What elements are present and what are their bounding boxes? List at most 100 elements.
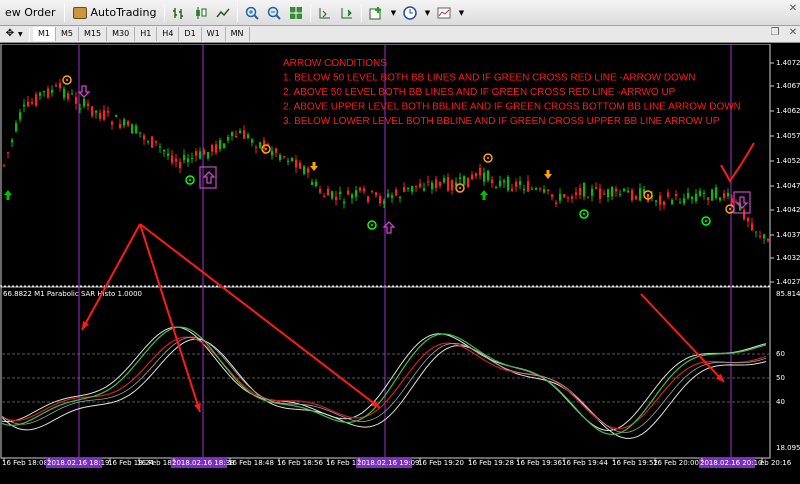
arrow-conditions-annotation: ARROW CONDITIONS 1. BELOW 50 LEVEL BOTH B… <box>283 58 755 183</box>
candle-body <box>143 135 146 140</box>
dropdown-arrow-icon[interactable]: ▼ <box>18 31 26 38</box>
candlestick-chart-icon[interactable] <box>192 4 210 22</box>
crosshair-icon[interactable]: ✥ <box>4 28 16 40</box>
close-icon[interactable]: ✕ <box>786 3 800 15</box>
magenta-up-arrow <box>202 171 216 184</box>
candle-body <box>279 155 282 160</box>
candle-body <box>691 196 694 200</box>
candle-body <box>551 194 554 197</box>
autoscroll-icon[interactable] <box>338 4 356 22</box>
periods-clock-icon[interactable] <box>401 4 419 22</box>
candle-body <box>295 159 298 168</box>
orange-circle-dot <box>647 194 649 196</box>
candle-body <box>335 196 338 201</box>
restore-window-icon[interactable]: ❐ <box>768 27 782 39</box>
candle-body <box>303 166 306 174</box>
candle-body <box>471 174 474 180</box>
dropdown-arrow-icon[interactable]: ▼ <box>423 4 431 22</box>
templates-icon[interactable] <box>435 4 453 22</box>
candle-body <box>435 179 438 189</box>
orange-down-arrow <box>310 162 318 171</box>
candle-body <box>363 188 366 192</box>
candle-body <box>619 194 622 196</box>
candle-body <box>539 188 542 190</box>
candle-body <box>199 151 202 159</box>
candle-body <box>467 177 470 188</box>
timeframe-h1[interactable]: H1 <box>135 27 158 41</box>
timeframe-m30[interactable]: M30 <box>107 27 136 41</box>
candle-body <box>27 101 30 107</box>
candle-body <box>11 139 14 143</box>
dropdown-arrow-icon[interactable]: ▼ <box>389 4 397 22</box>
candle-body <box>707 197 710 201</box>
price-label: 1.40425 <box>776 206 800 214</box>
candle-body <box>155 140 158 143</box>
candle-body <box>195 151 198 156</box>
candle-body <box>147 141 150 143</box>
candle-body <box>67 93 70 99</box>
annotation-line: 2. ABOVE UPPER LEVEL BOTH BBLINE AND IF … <box>283 102 741 113</box>
candle-body <box>243 130 246 139</box>
candle-body <box>763 234 766 239</box>
timeframe-m5[interactable]: M5 <box>56 27 79 41</box>
zoom-in-icon[interactable] <box>243 4 261 22</box>
candle-body <box>151 136 154 148</box>
toolbar-separator <box>29 27 30 41</box>
candle-body <box>79 108 82 110</box>
candle-body <box>639 188 642 201</box>
candle-body <box>635 196 638 200</box>
orange-circle-dot <box>66 79 68 81</box>
timeframe-mn[interactable]: MN <box>226 27 250 41</box>
candle-body <box>95 110 98 113</box>
candle-body <box>367 196 370 202</box>
autotrading-button[interactable]: AutoTrading <box>68 3 162 23</box>
candle-body <box>111 121 114 125</box>
timeframe-m1[interactable]: M1 <box>33 27 56 41</box>
candle-body <box>35 94 38 106</box>
indicators-icon[interactable] <box>367 4 385 22</box>
candle-body <box>3 164 6 166</box>
price-label: 1.40325 <box>776 254 800 262</box>
new-order-button[interactable]: ew Order <box>0 3 61 23</box>
dropdown-arrow-icon[interactable]: ▼ <box>457 4 465 22</box>
chart-canvas[interactable]: ARROW CONDITIONS 1. BELOW 50 LEVEL BOTH B… <box>0 44 800 484</box>
candle-body <box>171 155 174 163</box>
timeframe-h4[interactable]: H4 <box>157 27 180 41</box>
annotation-line: 1. BELOW 50 LEVEL BOTH BB LINES AND IF G… <box>283 73 696 84</box>
candle-body <box>695 193 698 202</box>
timeframe-d1[interactable]: D1 <box>179 27 202 41</box>
chart-window[interactable]: ARROW CONDITIONS 1. BELOW 50 LEVEL BOTH B… <box>0 44 800 484</box>
orange-circle-dot <box>729 208 731 210</box>
candle-body <box>131 124 134 134</box>
autotrading-label: AutoTrading <box>90 6 157 19</box>
candle-body <box>359 187 362 191</box>
candle-body <box>387 193 390 197</box>
chart-shift-icon[interactable] <box>316 4 334 22</box>
bar-chart-icon[interactable] <box>170 4 188 22</box>
candle-body <box>759 236 762 238</box>
red-arrow-shaft <box>139 223 381 409</box>
price-label: 1.40270 <box>776 278 800 286</box>
timeframe-m15[interactable]: M15 <box>79 27 108 41</box>
candle-body <box>575 192 578 196</box>
line-chart-icon[interactable] <box>214 4 232 22</box>
indicator-axis-label: 60 <box>776 350 785 358</box>
tile-windows-icon[interactable] <box>287 4 305 22</box>
candle-body <box>515 181 518 187</box>
signal-markers <box>4 75 751 234</box>
candle-body <box>291 157 294 162</box>
zoom-out-icon[interactable] <box>265 4 283 22</box>
time-label: 16 Feb 18:08 <box>2 459 48 467</box>
candle-body <box>371 190 374 192</box>
candle-body <box>443 178 446 183</box>
close-window-icon[interactable]: ✕ <box>786 27 800 39</box>
green-circle-dot <box>371 224 373 226</box>
candle-body <box>15 123 18 132</box>
red-annotation-arrows <box>81 223 725 413</box>
candle-body <box>403 186 406 192</box>
price-label: 1.40475 <box>776 182 800 190</box>
candle-body <box>47 88 50 98</box>
candle-body <box>51 89 54 93</box>
candle-body <box>535 188 538 190</box>
timeframe-w1[interactable]: W1 <box>202 27 226 41</box>
